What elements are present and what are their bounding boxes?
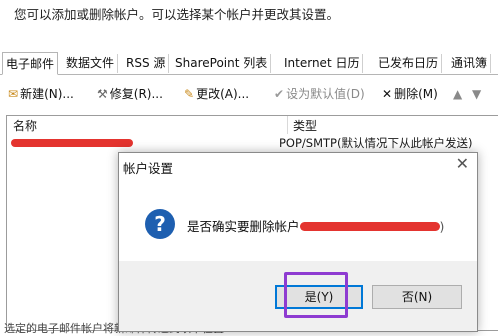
- column-header-name[interactable]: 名称: [13, 118, 37, 134]
- tab-address-books[interactable]: 通讯簿: [448, 54, 492, 73]
- set-default-button[interactable]: ✔ 设为默认值(D): [274, 85, 365, 103]
- dialog-message: 是否确实要删除帐户): [187, 216, 444, 235]
- tab-sharepoint-lists[interactable]: SharePoint 列表: [172, 54, 272, 73]
- close-icon[interactable]: ✕: [456, 156, 469, 172]
- change-icon: ✎: [184, 87, 195, 101]
- tab-strip: 电子邮件 数据文件 RSS 源 SharePoint 列表 Internet 日…: [0, 52, 498, 75]
- delete-label: 删除(M): [394, 87, 438, 101]
- dialog-body: ? 是否确实要删除帐户): [119, 179, 477, 261]
- delete-button[interactable]: ✕ 删除(M): [382, 85, 438, 103]
- toolbar: ✉ 新建(N)... ⚒ 修复(R)... ✎ 更改(A)... ✔ 设为默认值(D) …: [0, 82, 498, 106]
- question-icon: ?: [145, 209, 175, 239]
- dialog-message-suffix: ): [439, 219, 445, 234]
- set-default-label: 设为默认值(D): [286, 87, 365, 101]
- tab-email[interactable]: 电子邮件: [2, 52, 59, 75]
- checkmark-icon: ✔: [274, 87, 285, 101]
- new-account-icon: ✉: [8, 87, 19, 101]
- tab-published-calendars[interactable]: 已发布日历: [375, 54, 443, 73]
- redacted-account-in-message: [299, 221, 440, 231]
- delete-x-icon: ✕: [382, 87, 393, 101]
- change-label: 更改(A)...: [196, 87, 250, 101]
- column-separator: [287, 116, 288, 134]
- new-account-button[interactable]: ✉ 新建(N)...: [8, 85, 74, 103]
- highlight-annotation-box: [284, 272, 348, 318]
- change-button[interactable]: ✎ 更改(A)...: [184, 85, 249, 103]
- tab-internet-calendars[interactable]: Internet 日历: [281, 54, 364, 73]
- repair-button[interactable]: ⚒ 修复(R)...: [97, 85, 163, 103]
- new-account-label: 新建(N)...: [20, 87, 74, 101]
- column-header-type[interactable]: 类型: [293, 118, 317, 134]
- tab-rss-feeds[interactable]: RSS 源: [123, 54, 170, 73]
- repair-label: 修复(R)...: [109, 87, 163, 101]
- no-button[interactable]: 否(N): [372, 285, 462, 309]
- move-up-arrow-icon[interactable]: ▲: [453, 85, 462, 103]
- repair-icon: ⚒: [97, 87, 108, 101]
- dialog-title: 帐户设置: [123, 161, 174, 176]
- tab-data-files[interactable]: 数据文件: [63, 54, 119, 73]
- redacted-account-name: [11, 139, 133, 147]
- dialog-message-text: 是否确实要删除帐户: [187, 219, 300, 234]
- page-description: 您可以添加或删除帐户。可以选择某个帐户并更改其设置。: [14, 7, 340, 22]
- move-down-arrow-icon[interactable]: ▼: [472, 85, 481, 103]
- account-type-cell: POP/SMTP(默认情况下从此帐户发送): [279, 136, 473, 150]
